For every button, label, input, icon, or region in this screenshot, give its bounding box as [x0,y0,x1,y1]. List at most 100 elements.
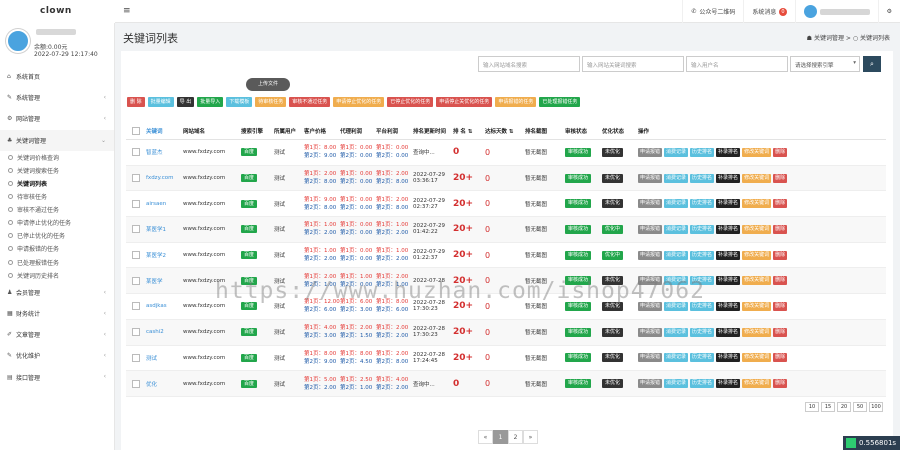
row-action-button[interactable]: 修改关键词 [742,173,772,183]
row-action-button[interactable]: 补录排名 [716,353,741,363]
row-action-button[interactable]: 历史排名 [690,224,715,234]
row-checkbox[interactable] [132,328,140,337]
row-checkbox[interactable] [132,251,140,260]
row-checkbox[interactable] [132,302,140,311]
page-size-option[interactable]: 15 [821,402,835,412]
page-size-option[interactable]: 10 [805,402,819,412]
sidebar-item[interactable]: ♣ 关键词管理 ⌄ [0,129,114,151]
search-button[interactable]: ⌕ [863,56,881,72]
toolbar-button[interactable]: 删 除 [127,97,145,107]
pagination-item[interactable]: » [523,430,538,444]
row-action-button[interactable]: 删除 [773,353,788,363]
wechat-qrcode-link[interactable]: ✆ 公众号二维码 [682,0,743,23]
page-size-option[interactable]: 20 [837,402,851,412]
row-action-button[interactable]: 消费记录 [664,353,689,363]
toolbar-button[interactable]: 申请停止关优化的任务 [436,97,493,107]
sidebar-item[interactable]: ♟ 会员管理 ‹ [0,282,114,303]
row-action-button[interactable]: 申请报错 [638,276,663,286]
sidebar-subitem[interactable]: 关键词列表 [0,177,114,190]
toolbar-button[interactable]: 批量编辑 [147,97,174,107]
row-action-button[interactable]: 消费记录 [664,327,689,337]
row-action-button[interactable]: 修改关键词 [742,199,772,209]
row-action-button[interactable]: 补录排名 [716,147,741,157]
column-header[interactable]: 达标天数 ⇅ [485,127,525,135]
row-action-button[interactable]: 申请报错 [638,173,663,183]
engine-select[interactable]: 请选择搜索引擎 [790,56,860,72]
row-action-button[interactable]: 消费记录 [664,379,689,389]
row-action-button[interactable]: 修改关键词 [742,353,772,363]
toolbar-button[interactable]: 申请停止优化的任务 [333,97,385,107]
sidebar-item[interactable]: ✐ 文章管理 ‹ [0,324,114,345]
row-action-button[interactable]: 申请报错 [638,147,663,157]
menu-toggle-icon[interactable]: ≡ [123,6,131,16]
sidebar-subitem[interactable]: 关键词历史排名 [0,269,114,282]
row-action-button[interactable]: 删除 [773,250,788,260]
row-action-button[interactable]: 消费记录 [664,250,689,260]
row-action-button[interactable]: 修改关键词 [742,379,772,389]
settings-icon[interactable]: ⚙ [877,0,900,23]
toolbar-button[interactable]: 导 出 [176,97,195,107]
row-action-button[interactable]: 删除 [773,301,788,311]
keyword-link[interactable]: 某医学 [146,277,183,285]
toolbar-button[interactable]: 已处理报错任务 [539,97,581,107]
keyword-link[interactable]: 智蓝杰 [146,148,183,156]
row-action-button[interactable]: 修改关键词 [742,224,772,234]
sidebar-subitem[interactable]: 申请停止优化的任务 [0,216,114,229]
toolbar-button[interactable]: 下载模板 [226,97,253,107]
keyword-search-input[interactable]: 输入网站关键词搜索 [582,56,684,72]
row-checkbox[interactable] [132,174,140,183]
row-action-button[interactable]: 消费记录 [664,147,689,157]
row-action-button[interactable]: 修改关键词 [742,301,772,311]
sidebar-subitem[interactable]: 已停止优化的任务 [0,229,114,242]
user-menu[interactable] [794,0,878,23]
pagination-item[interactable]: 1 [493,430,508,444]
row-checkbox[interactable] [132,379,140,388]
sidebar-subitem[interactable]: 申请报错的任务 [0,242,114,255]
sidebar-item[interactable]: ✎ 系统管理 ‹ [0,87,114,108]
row-action-button[interactable]: 历史排名 [690,173,715,183]
row-checkbox[interactable] [132,148,140,157]
row-action-button[interactable]: 消费记录 [664,224,689,234]
row-action-button[interactable]: 补录排名 [716,224,741,234]
row-action-button[interactable]: 删除 [773,224,788,234]
page-size-option[interactable]: 50 [853,402,867,412]
row-action-button[interactable]: 修改关键词 [742,327,772,337]
row-action-button[interactable]: 补录排名 [716,199,741,209]
row-action-button[interactable]: 补录排名 [716,301,741,311]
row-action-button[interactable]: 修改关键词 [742,147,772,157]
toolbar-button[interactable]: 审核不通过任务 [289,97,331,107]
row-action-button[interactable]: 历史排名 [690,327,715,337]
row-action-button[interactable]: 消费记录 [664,301,689,311]
row-action-button[interactable]: 历史排名 [690,353,715,363]
row-action-button[interactable]: 修改关键词 [742,250,772,260]
row-action-button[interactable]: 历史排名 [690,147,715,157]
sidebar-item[interactable]: ⌂ 系统首页 [0,66,114,87]
sidebar-item[interactable]: ▦ 财务统计 ‹ [0,303,114,324]
keyword-link[interactable]: airsaen [146,201,183,207]
row-action-button[interactable]: 删除 [773,147,788,157]
row-action-button[interactable]: 补录排名 [716,276,741,286]
row-checkbox[interactable] [132,199,140,208]
row-action-button[interactable]: 删除 [773,199,788,209]
pagination-item[interactable]: 2 [508,430,523,444]
row-action-button[interactable]: 修改关键词 [742,276,772,286]
row-action-button[interactable]: 申请报错 [638,199,663,209]
keyword-link[interactable]: asdjkas [146,303,183,309]
keyword-link[interactable]: 某医学1 [146,225,183,233]
app-logo[interactable]: clown [0,0,115,23]
row-checkbox[interactable] [132,276,140,285]
row-checkbox[interactable] [132,353,140,362]
row-action-button[interactable]: 补录排名 [716,327,741,337]
toolbar-button[interactable]: 申请报错的任务 [495,97,537,107]
row-action-button[interactable]: 补录排名 [716,379,741,389]
page-size-option[interactable]: 100 [869,402,883,412]
sidebar-subitem[interactable]: 已处理报错任务 [0,256,114,269]
upload-file-button[interactable]: 上传文件 [246,78,290,91]
keyword-link[interactable]: cashi2 [146,329,183,335]
sidebar-item[interactable]: ✎ 优化维护 ‹ [0,345,114,366]
keyword-link[interactable]: 优化 [146,380,183,388]
row-action-button[interactable]: 补录排名 [716,173,741,183]
select-all-checkbox[interactable] [132,126,140,135]
domain-search-input[interactable]: 输入网站域名搜索 [478,56,580,72]
username-search-input[interactable]: 输入用户名 [686,56,788,72]
